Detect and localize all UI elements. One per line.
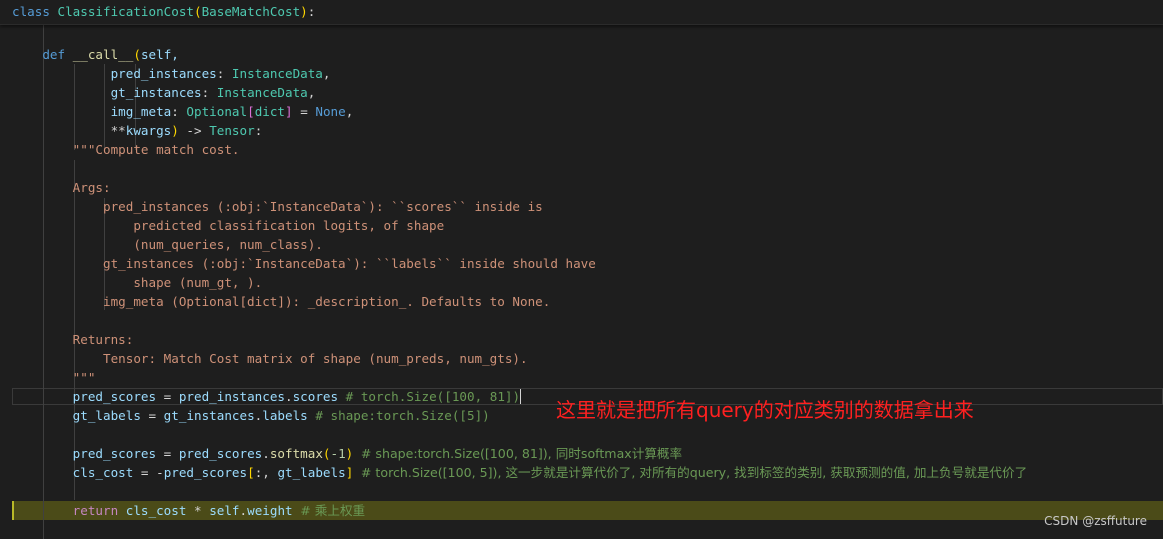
function-name: __call__ <box>72 47 134 62</box>
code-line[interactable]: pred_instances: InstanceData, <box>12 64 331 83</box>
docstring-line[interactable]: Args: <box>12 178 111 197</box>
code-line[interactable]: cls_cost = -pred_scores[:, gt_labels] # … <box>12 463 1028 482</box>
code-line[interactable]: gt_instances: InstanceData, <box>12 83 316 102</box>
code-line[interactable]: gt_labels = gt_instances.labels # shape:… <box>12 406 490 425</box>
code-editor[interactable]: def __call__(self, pred_instances: Insta… <box>0 0 1163 539</box>
docstring-line[interactable]: """Compute match cost. <box>12 140 240 159</box>
sticky-class-line[interactable]: class ClassificationCost(BaseMatchCost): <box>12 2 315 21</box>
docstring-line[interactable]: predicted classification logits, of shap… <box>12 216 444 235</box>
docstring-line[interactable]: (num_queries, num_class). <box>12 235 323 254</box>
sticky-scroll-header[interactable]: class ClassificationCost(BaseMatchCost): <box>0 0 1163 25</box>
docstring-line[interactable]: Returns: <box>12 330 134 349</box>
text-cursor <box>520 389 522 404</box>
code-line[interactable]: **kwargs) -> Tensor: <box>12 121 263 140</box>
keyword: class <box>12 4 50 19</box>
code-line[interactable]: def __call__(self, <box>12 45 179 64</box>
code-line[interactable]: return cls_cost * self.weight # 乘上权重 <box>12 501 365 520</box>
code-line[interactable]: pred_scores = pred_instances.scores # to… <box>12 387 522 406</box>
red-annotation-text: 这里就是把所有query的对应类别的数据拿出来 <box>556 398 974 422</box>
class-name: ClassificationCost <box>57 4 194 19</box>
csdn-watermark: CSDN @zsffuture <box>1044 514 1147 528</box>
docstring-line[interactable]: """ <box>12 368 96 387</box>
docstring-line[interactable]: pred_instances (:obj:`InstanceData`): ``… <box>12 197 543 216</box>
code-line[interactable]: pred_scores = pred_scores.softmax(-1) # … <box>12 444 682 463</box>
docstring-line[interactable]: shape (num_gt, ). <box>12 273 262 292</box>
base-class: BaseMatchCost <box>201 4 301 19</box>
docstring-line[interactable]: Tensor: Match Cost matrix of shape (num_… <box>12 349 528 368</box>
docstring-line[interactable]: gt_instances (:obj:`InstanceData`): ``la… <box>12 254 596 273</box>
code-line[interactable]: img_meta: Optional[dict] = None, <box>12 102 354 121</box>
docstring-line[interactable]: img_meta (Optional[dict]): _description_… <box>12 292 550 311</box>
